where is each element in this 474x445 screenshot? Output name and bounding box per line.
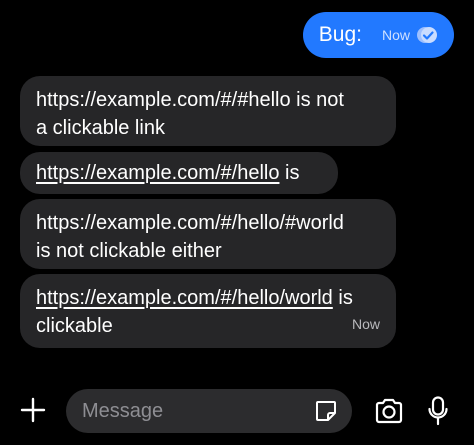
message-line: https://example.com/#/hello/#world [36, 212, 344, 234]
received-message-bubble[interactable]: https://example.com/#/#hello is not a cl… [20, 76, 396, 146]
sent-message-text: Bug: [318, 23, 362, 46]
sent-message-bubble[interactable]: Bug: Now [302, 12, 454, 58]
sent-message-time: Now [381, 27, 410, 43]
camera-icon[interactable] [374, 398, 404, 424]
message-line: https://example.com/#/#hello is not [36, 89, 344, 111]
sticker-icon[interactable] [314, 399, 338, 423]
message-line: is not clickable either [36, 240, 222, 262]
message-line: a clickable link [36, 117, 165, 139]
message-line: clickable [36, 315, 113, 337]
message-text: is [332, 287, 353, 309]
message-text: is [279, 162, 300, 184]
read-check-icon [417, 27, 437, 43]
plus-icon[interactable] [20, 397, 46, 423]
message-time: Now [351, 316, 380, 332]
message-input[interactable]: Message [66, 389, 352, 433]
message-link[interactable]: https://example.com/#/hello/world [36, 287, 333, 309]
message-placeholder: Message [82, 399, 164, 422]
received-message-bubble[interactable]: https://example.com/#/hello/world is cli… [20, 274, 396, 348]
message-link[interactable]: https://example.com/#/hello [36, 162, 279, 184]
microphone-icon[interactable] [428, 396, 448, 426]
received-message-bubble[interactable]: https://example.com/#/hello is [20, 152, 338, 194]
received-message-bubble[interactable]: https://example.com/#/hello/#world is no… [20, 199, 396, 269]
